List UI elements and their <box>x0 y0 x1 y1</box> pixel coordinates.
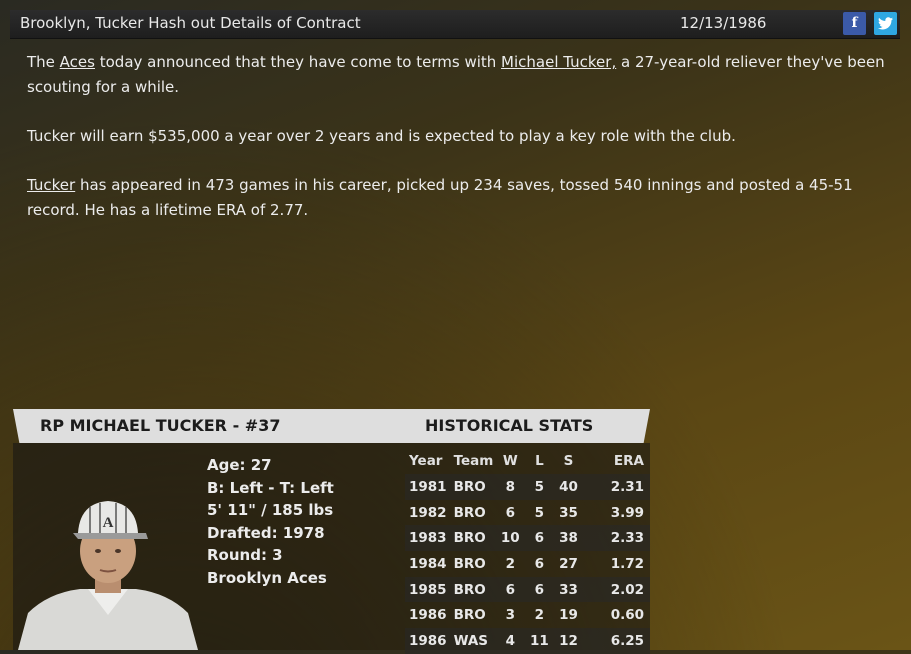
facebook-icon[interactable]: f <box>843 12 866 35</box>
col-w: W <box>502 453 518 469</box>
stats-row: 1982 BRO 6 5 35 3.99 <box>409 504 644 521</box>
player-age: Age: 27 <box>207 456 272 474</box>
player-team: Brooklyn Aces <box>207 568 327 587</box>
article-paragraph: Tucker will earn $535,000 a year over 2 … <box>27 127 736 145</box>
col-era: ERA <box>613 453 644 469</box>
col-year: Year <box>409 453 443 469</box>
historical-stats-title: HISTORICAL STATS <box>425 416 594 435</box>
player-height-weight: 5' 11" / 185 lbs <box>207 501 334 519</box>
col-s: S <box>563 453 574 469</box>
player-link[interactable]: Michael Tucker, <box>501 53 616 71</box>
stats-header-row: Year Team W L S ERA <box>405 448 650 474</box>
player-round: Round: 3 <box>207 546 283 564</box>
headline: Brooklyn, Tucker Hash out Details of Con… <box>20 14 361 32</box>
team-link[interactable]: Aces <box>60 53 95 71</box>
article-paragraph: Tucker has appeared in 473 games in his … <box>27 176 853 219</box>
player-drafted: Drafted: 1978 <box>207 523 325 542</box>
player-link[interactable]: Tucker <box>27 176 75 194</box>
col-team: Team <box>453 453 494 469</box>
col-l: L <box>535 453 544 469</box>
player-bats-throws: B: Left - T: Left <box>207 478 334 497</box>
player-portrait: A <box>18 501 198 650</box>
stats-row: 1986 BRO 3 2 19 0.60 <box>409 607 644 624</box>
news-header-bar: Brooklyn, Tucker Hash out Details of Con… <box>10 10 900 39</box>
player-card-header: RP MICHAEL TUCKER - #37 HISTORICAL STATS <box>13 409 650 443</box>
stats-row: 1981 BRO 8 5 40 2.31 <box>405 474 650 500</box>
svg-text:A: A <box>103 515 114 531</box>
news-date: 12/13/1986 <box>680 14 767 32</box>
stats-row: 1984 BRO 2 6 27 1.72 <box>409 555 644 572</box>
twitter-icon[interactable] <box>874 12 897 35</box>
article-paragraph: The Aces today announced that they have … <box>27 53 885 96</box>
stats-row: 1983 BRO 10 6 38 2.33 <box>405 525 650 552</box>
player-bio: Age: 27 B: Left - T: Left 5' 11" / 185 l… <box>207 454 334 589</box>
article-body: The Aces today announced that they have … <box>27 50 887 247</box>
player-card-title: RP MICHAEL TUCKER - #37 <box>40 416 281 435</box>
historical-stats-table: Year Team W L S ERA 1981 BRO 8 5 40 2.31 1982… <box>405 448 650 654</box>
stats-row: 1985 BRO 6 6 33 2.02 <box>405 576 650 603</box>
